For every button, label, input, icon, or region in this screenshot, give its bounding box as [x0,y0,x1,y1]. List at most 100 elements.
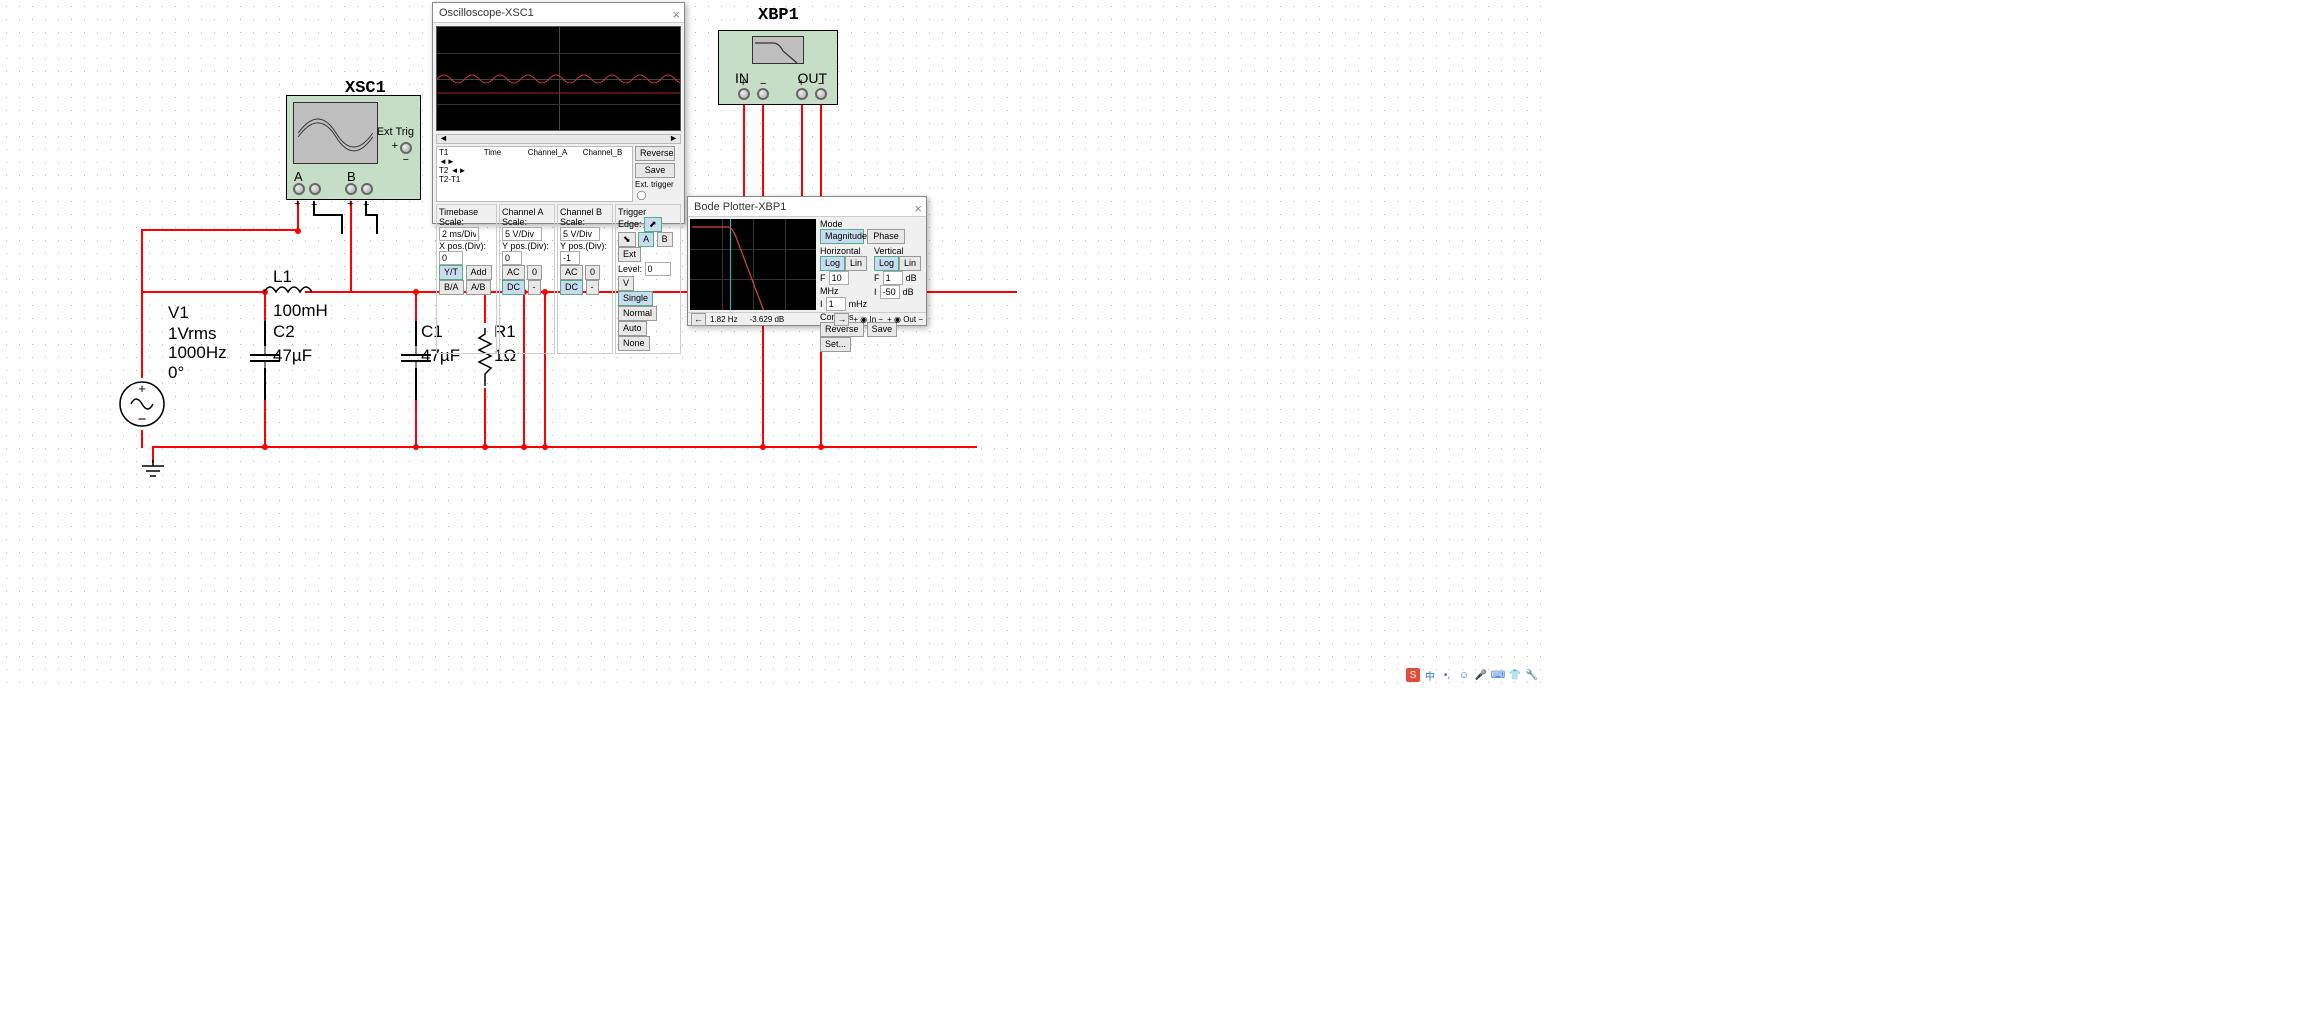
wire [313,214,343,216]
hi-input[interactable] [826,297,846,311]
chb-ypos-input[interactable] [560,251,580,265]
tb-scale-lbl: Scale: [439,217,464,227]
wire [141,230,143,292]
toolbox-icon[interactable]: 🔧 [1525,668,1539,682]
chb-ac-button[interactable]: AC [560,265,583,280]
ext-trigger-radio[interactable] [637,191,646,200]
bode-dialog-title[interactable]: Bode Plotter-XBP1 × [688,197,926,217]
schematic-canvas[interactable]: +− V1 1Vrms 1000Hz 0° L1 100mH C2 47µF C… [0,0,1543,684]
h-lin-button[interactable]: Lin [845,256,867,271]
vi-input[interactable] [880,285,900,299]
vf-input[interactable] [883,271,903,285]
bode-out: Out [903,315,916,324]
timebase-title: Timebase [439,207,494,217]
v-lin-button[interactable]: Lin [899,256,921,271]
wire [141,346,143,378]
cha-swatch[interactable]: - [528,280,541,295]
edge-rise-button[interactable]: ⬈ [644,217,662,232]
oscilloscope-xsc1[interactable]: Ext Trig + − A + − B + − [286,95,421,200]
ext-trig-terminal[interactable] [400,142,412,154]
v1-line2: 1000Hz [168,343,227,363]
inductor-l1[interactable] [264,285,312,302]
bode-save-button[interactable]: Save [867,322,898,337]
save-button[interactable]: Save [635,163,675,178]
chb-scale-input[interactable] [560,227,600,241]
single-button[interactable]: Single [618,291,653,306]
wire [141,229,297,231]
bode-left-button[interactable]: ← [691,313,706,326]
in-plus-terminal[interactable] [738,88,750,100]
edge-fall-button[interactable]: ⬊ [618,232,636,247]
punct-icon[interactable]: •, [1440,668,1454,682]
node [413,444,419,450]
close-icon[interactable]: × [914,199,922,219]
trig-ext-button[interactable]: Ext [618,247,641,262]
ab-button[interactable]: A/B [466,280,491,295]
oscilloscope-dialog[interactable]: Oscilloscope-XSC1 × ◄ ► T1 ◄► Ti [432,2,685,224]
sogou-icon[interactable]: S [1406,668,1420,682]
level-unit[interactable]: V [618,276,634,291]
node [295,228,301,234]
chb-swatch[interactable]: - [586,280,599,295]
b-minus-terminal[interactable] [361,183,373,195]
trig-a-button[interactable]: A [638,232,654,247]
out-plus-terminal[interactable] [796,88,808,100]
phase-button[interactable]: Phase [867,229,905,244]
emoji-icon[interactable]: ☺ [1457,668,1471,682]
hf-input[interactable] [829,271,849,285]
auto-button[interactable]: Auto [618,321,647,336]
chb-header: Channel_B [575,148,630,166]
wire [350,201,352,292]
wire [415,368,417,400]
b-plus-terminal[interactable] [345,183,357,195]
vf-lbl: F [874,273,880,283]
ba-button[interactable]: B/A [439,280,464,295]
yt-button[interactable]: Y/T [439,265,463,280]
add-button[interactable]: Add [466,265,492,280]
bode-plotter-xbp1[interactable]: IN OUT + − + − [718,30,838,105]
chb-dc-button[interactable]: DC [560,280,583,295]
tb-scale-input[interactable] [439,227,479,241]
magnitude-button[interactable]: Magnitude [820,229,864,244]
cha-0-button[interactable]: 0 [527,265,542,280]
close-icon[interactable]: × [672,5,680,25]
tb-xpos-input[interactable] [439,251,463,265]
cha-ypos-input[interactable] [502,251,522,265]
none-button[interactable]: None [618,336,650,351]
normal-button[interactable]: Normal [618,306,657,321]
osc-screen[interactable] [436,26,681,131]
bode-set-button[interactable]: Set... [820,337,851,352]
cha-scale-input[interactable] [502,227,542,241]
mic-icon[interactable]: 🎤 [1474,668,1488,682]
v-log-button[interactable]: Log [874,256,899,271]
hi-unit: mHz [849,299,868,309]
cha-ac-button[interactable]: AC [502,265,525,280]
h-log-button[interactable]: Log [820,256,845,271]
bode-dialog[interactable]: Bode Plotter-XBP1 × Mode Magnitude [687,196,927,326]
bode-freq: 1.82 Hz [710,315,738,324]
a-minus-terminal[interactable] [309,183,321,195]
a-plus-terminal[interactable] [293,183,305,195]
keyboard-icon[interactable]: ⌨ [1491,668,1505,682]
cn-icon[interactable]: 中 [1423,668,1437,682]
v1-line1: 1Vrms [168,324,217,344]
node [818,444,824,450]
node [542,444,548,450]
skin-icon[interactable]: 👕 [1508,668,1522,682]
level-input[interactable] [645,262,671,276]
bode-right-button[interactable]: → [834,313,849,326]
ac-voltage-source[interactable]: +− [117,376,167,435]
ground[interactable] [140,460,166,483]
ime-status-bar: S 中 •, ☺ 🎤 ⌨ 👕 🔧 [1402,666,1543,684]
t2-label: T2 [439,166,448,175]
bode-screen[interactable] [690,219,816,310]
osc-scrollbar[interactable]: ◄ ► [436,134,681,144]
trig-b-button[interactable]: B [657,232,673,247]
ext-trigger-label: Ext. trigger [635,180,674,189]
xbp1-curve [753,37,804,64]
reverse-button[interactable]: Reverse [635,146,675,161]
chb-0-button[interactable]: 0 [585,265,600,280]
tb-xpos-lbl: X pos.(Div): [439,241,486,251]
cha-dc-button[interactable]: DC [502,280,525,295]
osc-dialog-title[interactable]: Oscilloscope-XSC1 × [433,3,684,23]
